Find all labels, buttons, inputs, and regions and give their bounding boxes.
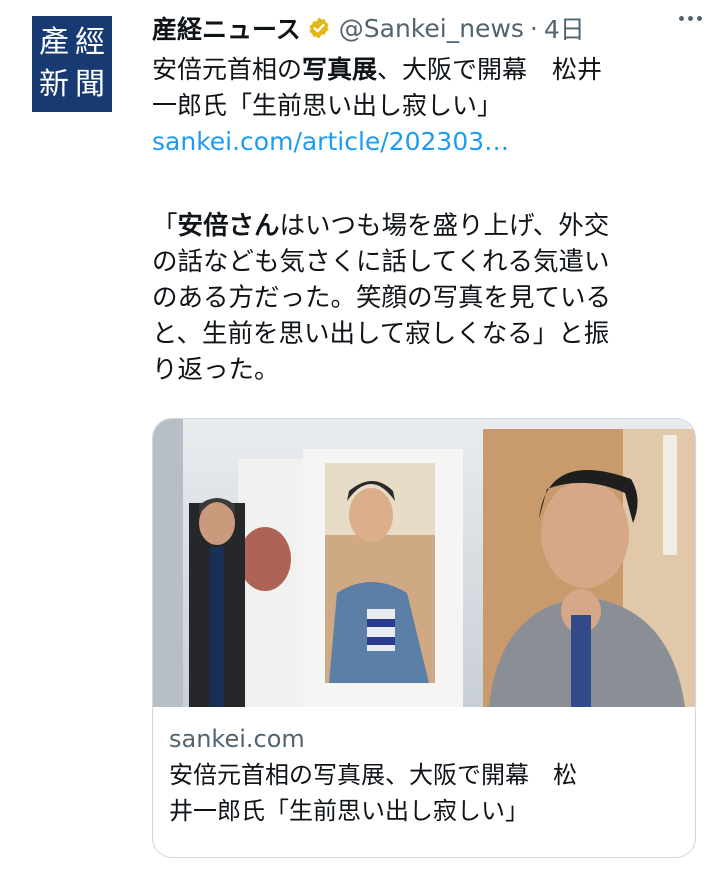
quote-line: のある方だった。笑顔の写真を見ている xyxy=(152,283,612,313)
avatar-char: 經 xyxy=(75,25,105,60)
card-title-line: 井一郎氏「生前思い出し寂しい」 xyxy=(169,797,529,825)
card-domain: sankei.com xyxy=(169,725,305,753)
quote-line: の話なども気さくに話してくれる気遣い xyxy=(152,247,610,277)
timestamp[interactable]: 4日 xyxy=(544,10,585,46)
tweet-text: 安倍元首相の写真展、大阪で開幕 松井 一郎氏「生前思い出し寂しい」 sankei… xyxy=(152,52,692,160)
card-meta: sankei.com 安倍元首相の写真展、大阪で開幕 松 井一郎氏「生前思い出し… xyxy=(169,721,679,829)
display-name[interactable]: 産経ニュース xyxy=(152,10,301,46)
quote-line: 「安倍さんはいつも場を盛り上げ、外交 xyxy=(152,211,610,241)
link-preview-card[interactable]: sankei.com 安倍元首相の写真展、大阪で開幕 松 井一郎氏「生前思い出し… xyxy=(152,418,696,858)
avatar-char: 新 xyxy=(39,67,69,102)
tweet-line: 一郎氏「生前思い出し寂しい」 xyxy=(152,91,503,120)
quote-text: 「安倍さんはいつも場を盛り上げ、外交 の話なども気さくに話してくれる気遣い のあ… xyxy=(152,208,692,388)
tweet-header: 産経ニュース @Sankei_news · 4日 xyxy=(152,10,702,46)
more-options-icon[interactable] xyxy=(679,16,702,21)
avatar-char: 聞 xyxy=(75,67,105,102)
avatar[interactable]: 產 經 新 聞 xyxy=(32,16,112,112)
bold-text: 安倍さん xyxy=(177,211,280,241)
verified-badge-icon xyxy=(307,16,331,40)
user-handle[interactable]: @Sankei_news xyxy=(339,14,524,43)
bold-text: 写真展 xyxy=(302,55,378,84)
card-title-line: 安倍元首相の写真展、大阪で開幕 松 xyxy=(169,761,577,789)
card-title[interactable]: 安倍元首相の写真展、大阪で開幕 松 井一郎氏「生前思い出し寂しい」 xyxy=(169,757,679,829)
separator-dot: · xyxy=(529,13,538,43)
tweet-line: 安倍元首相の写真展、大阪で開幕 松井 xyxy=(152,55,603,84)
quote-line: り返った。 xyxy=(152,355,280,385)
quote-line: と、生前を思い出して寂しくなる」と振 xyxy=(152,319,610,349)
article-link[interactable]: sankei.com/article/202303… xyxy=(152,124,692,160)
avatar-char: 產 xyxy=(39,25,69,60)
card-photo xyxy=(153,419,695,707)
